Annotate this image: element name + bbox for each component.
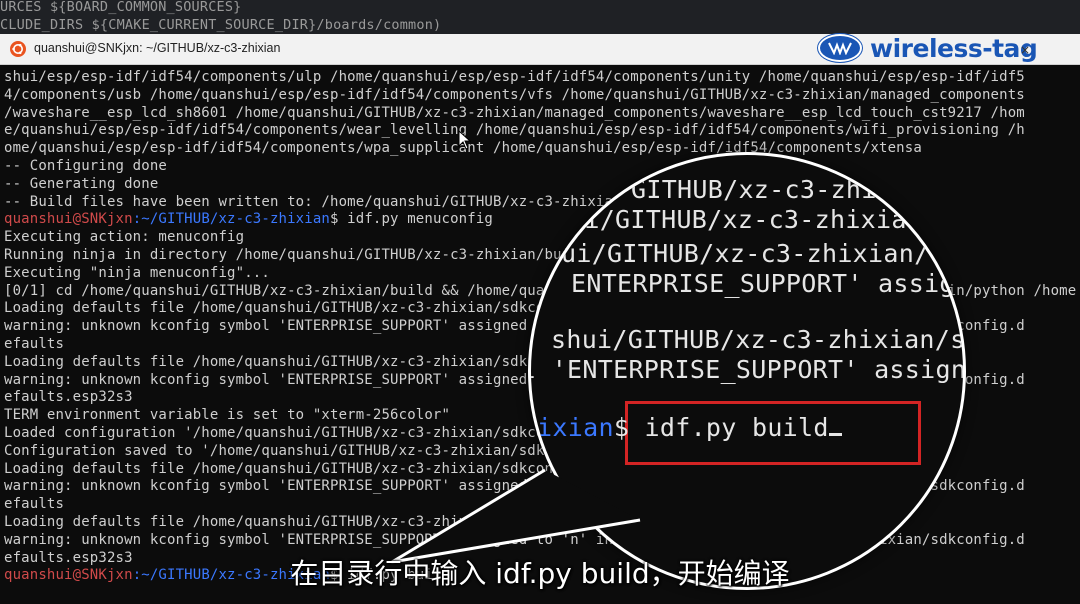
magnifier-pointer [390, 468, 641, 564]
video-caption: 在目录行中输入 idf.py build，开始编译 [290, 557, 790, 590]
mouse-cursor-icon [458, 130, 472, 150]
